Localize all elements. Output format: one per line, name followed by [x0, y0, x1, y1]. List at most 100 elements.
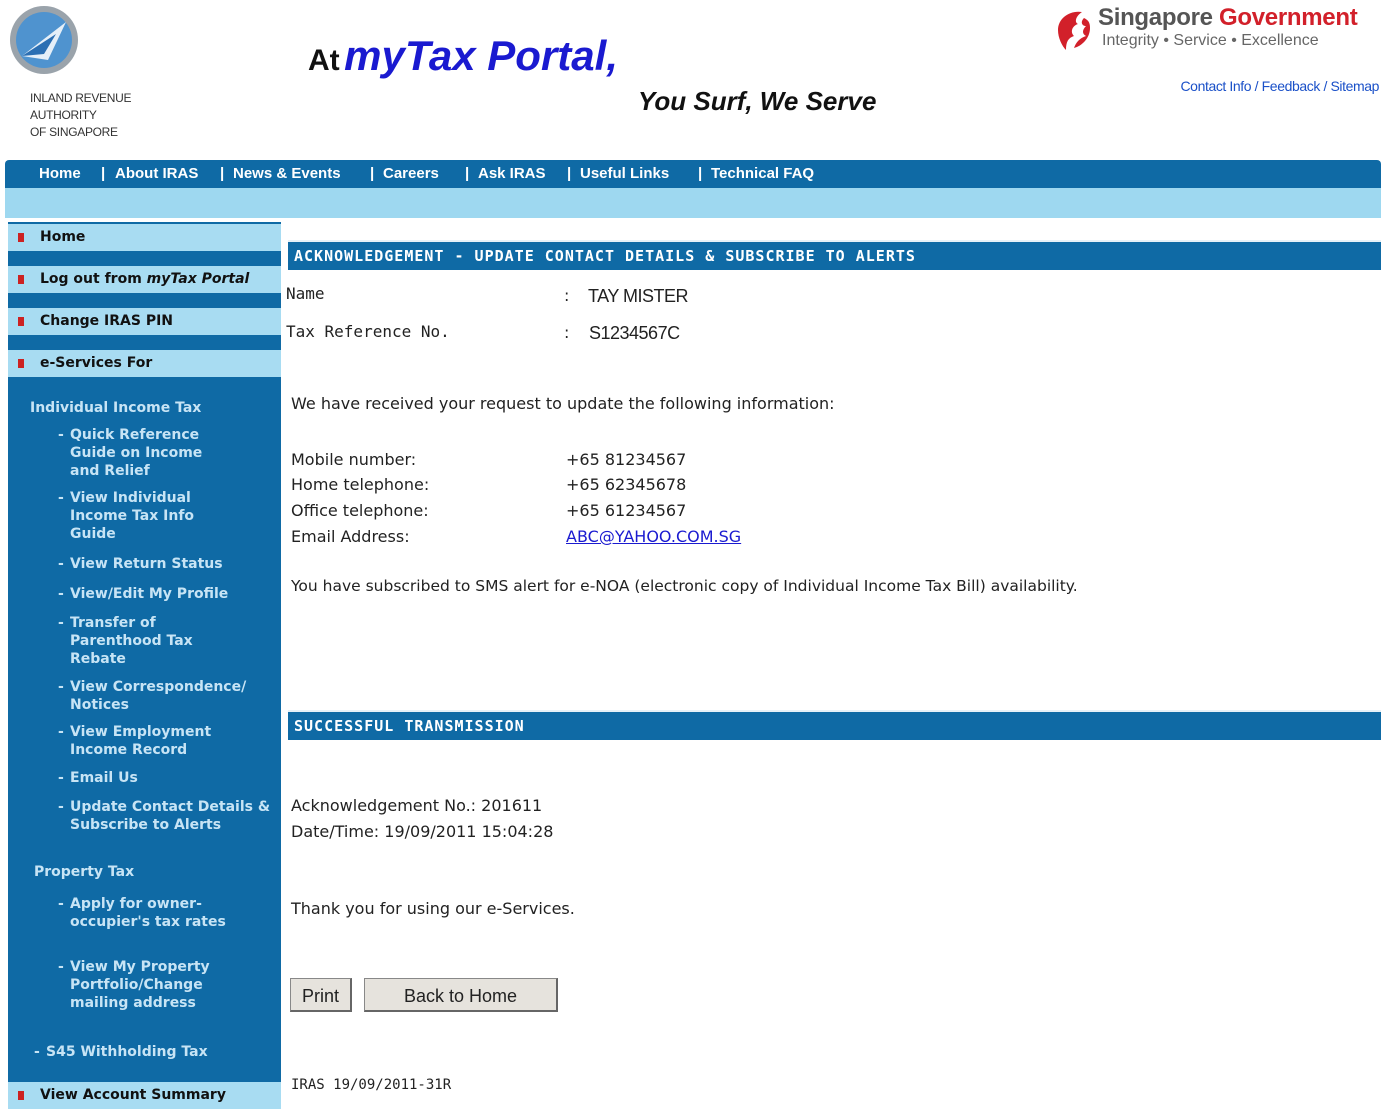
mobile-label: Mobile number: [291, 450, 417, 469]
nav-separator: | [101, 165, 106, 182]
name-colon: : [564, 286, 570, 305]
nav-news-events[interactable]: News & Events [233, 160, 341, 188]
footer-code: IRAS 19/09/2011-31R [291, 1077, 452, 1093]
nav-careers[interactable]: Careers [383, 160, 439, 188]
iras-name-line: INLAND REVENUE [30, 91, 132, 105]
sidebar-link-parenthood-tax-rebate[interactable]: - Transfer of Parenthood Tax Rebate [58, 614, 220, 668]
sidebar-link-view-return-status[interactable]: - View Return Status [58, 555, 270, 573]
main-content: ACKNOWLEDGEMENT - UPDATE CONTACT DETAILS… [286, 222, 1381, 1105]
sidebar-link-label: Quick Reference Guide on Income and Reli… [70, 427, 203, 479]
home-telephone-label: Home telephone: [291, 475, 430, 494]
dash-marker: - [58, 679, 64, 695]
sidebar-link-property-portfolio[interactable]: - View My Property Portfolio/Change mail… [58, 958, 240, 1012]
print-button[interactable]: Print [290, 978, 352, 1012]
dash-marker: - [58, 770, 64, 786]
nav-separator: | [698, 165, 703, 182]
email-link[interactable]: ABC@YAHOO.COM.SG [566, 527, 741, 546]
sidebar-link-quick-reference[interactable]: - Quick Reference Guide on Income and Re… [58, 426, 230, 480]
sidebar-item-eservices[interactable]: e-Services For [8, 350, 281, 377]
tax-ref-label: Tax Reference No. [286, 322, 450, 341]
sidebar-link-label: View Individual Income Tax Info Guide [70, 490, 195, 542]
sidebar-link-label: Update Contact Details & Subscribe to Al… [70, 799, 271, 833]
section-individual-income-tax: Individual Income Tax [30, 400, 202, 416]
successful-transmission-bar: SUCCESSFUL TRANSMISSION [288, 712, 1381, 740]
tax-ref-value: S1234567C [589, 323, 680, 343]
sidebar-item-label: Change IRAS PIN [40, 313, 174, 329]
bullet-icon [18, 359, 24, 368]
singapore-government-logo[interactable]: Singapore Government Integrity • Service… [1052, 4, 1381, 56]
gov-motto: Integrity • Service • Excellence [1102, 32, 1319, 49]
iras-name: INLAND REVENUE AUTHORITY OF SINGAPORE [30, 90, 131, 141]
dash-marker: - [58, 959, 64, 975]
sidebar-link-label: Email Us [70, 770, 138, 786]
email-label: Email Address: [291, 527, 410, 546]
nav-separator: | [370, 165, 375, 182]
nav-separator: | [567, 165, 572, 182]
sidebar-link-update-contact-details[interactable]: - Update Contact Details & Subscribe to … [58, 798, 275, 834]
dash-marker: - [58, 724, 64, 740]
bullet-icon [18, 317, 24, 326]
iras-logo-icon[interactable] [8, 4, 80, 76]
sidebar-item-logout[interactable]: Log out from myTax Portal [8, 266, 281, 293]
sidebar-link-employment-income-record[interactable]: - View Employment Income Record [58, 723, 250, 759]
nav-separator: | [465, 165, 470, 182]
nav-useful-links[interactable]: Useful Links [580, 160, 669, 188]
sidebar-link-view-iit-info-guide[interactable]: - View Individual Income Tax Info Guide [58, 489, 230, 543]
title-tax-portal: Tax Portal [404, 32, 607, 79]
dash-marker: - [58, 556, 64, 572]
bullet-icon [18, 1091, 24, 1100]
slogan: You Surf, We Serve [638, 86, 877, 116]
contact-info-link[interactable]: Contact Info [1180, 78, 1251, 94]
lion-head-icon [1058, 11, 1090, 51]
sidebar-link-label: View Employment Income Record [70, 724, 212, 758]
acknowledgement-number: Acknowledgement No.: 201611 [291, 796, 543, 815]
gov-singapore: Singapore [1098, 4, 1213, 31]
dash-marker: - [34, 1044, 40, 1060]
sidebar-item-label: e-Services For [40, 355, 153, 371]
sidebar-link-s45-withholding-tax[interactable]: - S45 Withholding Tax [34, 1043, 266, 1061]
sidebar-link-email-us[interactable]: - Email Us [58, 769, 250, 787]
sidebar-link-label: View My Property Portfolio/Change mailin… [70, 959, 210, 1011]
home-telephone-value: +65 62345678 [566, 475, 687, 494]
sidebar-link-owner-occupier-rates[interactable]: - Apply for owner-occupier's tax rates [58, 895, 230, 931]
dash-marker: - [58, 799, 64, 815]
nav-home[interactable]: Home [39, 160, 81, 188]
sitemap-link[interactable]: Sitemap [1330, 78, 1379, 94]
dash-marker: - [58, 896, 64, 912]
gov-title: Singapore Government [1098, 4, 1358, 32]
portal-title: At myTax Portal, [308, 32, 618, 80]
dash-marker: - [58, 427, 64, 443]
sidebar-link-label: S45 Withholding Tax [46, 1044, 208, 1060]
dash-marker: - [58, 615, 64, 631]
nav-about-iras[interactable]: About IRAS [115, 160, 198, 188]
sub-nav-bar [5, 188, 1381, 218]
gov-government: Government [1219, 4, 1358, 31]
sidebar-link-view-edit-profile[interactable]: - View/Edit My Profile [58, 585, 270, 603]
back-to-home-button[interactable]: Back to Home [364, 978, 558, 1012]
bullet-icon [18, 275, 24, 284]
sidebar-link-view-correspondence[interactable]: - View Correspondence/ Notices [58, 678, 275, 714]
tax-ref-colon: : [564, 323, 570, 342]
link-separator: / [1251, 78, 1262, 94]
nav-technical-faq[interactable]: Technical FAQ [711, 160, 814, 188]
iras-name-line: OF SINGAPORE [30, 125, 118, 139]
title-my: my [344, 32, 405, 79]
mobile-value: +65 81234567 [566, 450, 687, 469]
sidebar-item-label: Log out from myTax Portal [40, 266, 249, 293]
logout-portal-name: myTax Portal [146, 271, 250, 287]
sidebar-item-label: Home [40, 229, 86, 245]
nav-ask-iras[interactable]: Ask IRAS [478, 160, 546, 188]
section-property-tax: Property Tax [34, 864, 135, 880]
sidebar-item-change-pin[interactable]: Change IRAS PIN [8, 308, 281, 335]
title-at: At [308, 44, 340, 77]
sidebar-item-home[interactable]: Home [8, 224, 281, 251]
office-telephone-label: Office telephone: [291, 501, 429, 520]
office-telephone-value: +65 61234567 [566, 501, 687, 520]
sidebar-link-label: View/Edit My Profile [70, 586, 229, 602]
title-comma: , [606, 32, 618, 79]
sidebar-link-label: Apply for owner-occupier's tax rates [70, 896, 226, 930]
subscribed-message: You have subscribed to SMS alert for e-N… [291, 577, 1078, 595]
feedback-link[interactable]: Feedback [1262, 78, 1321, 94]
logout-prefix: Log out from [40, 271, 147, 287]
name-label: Name [286, 284, 325, 303]
